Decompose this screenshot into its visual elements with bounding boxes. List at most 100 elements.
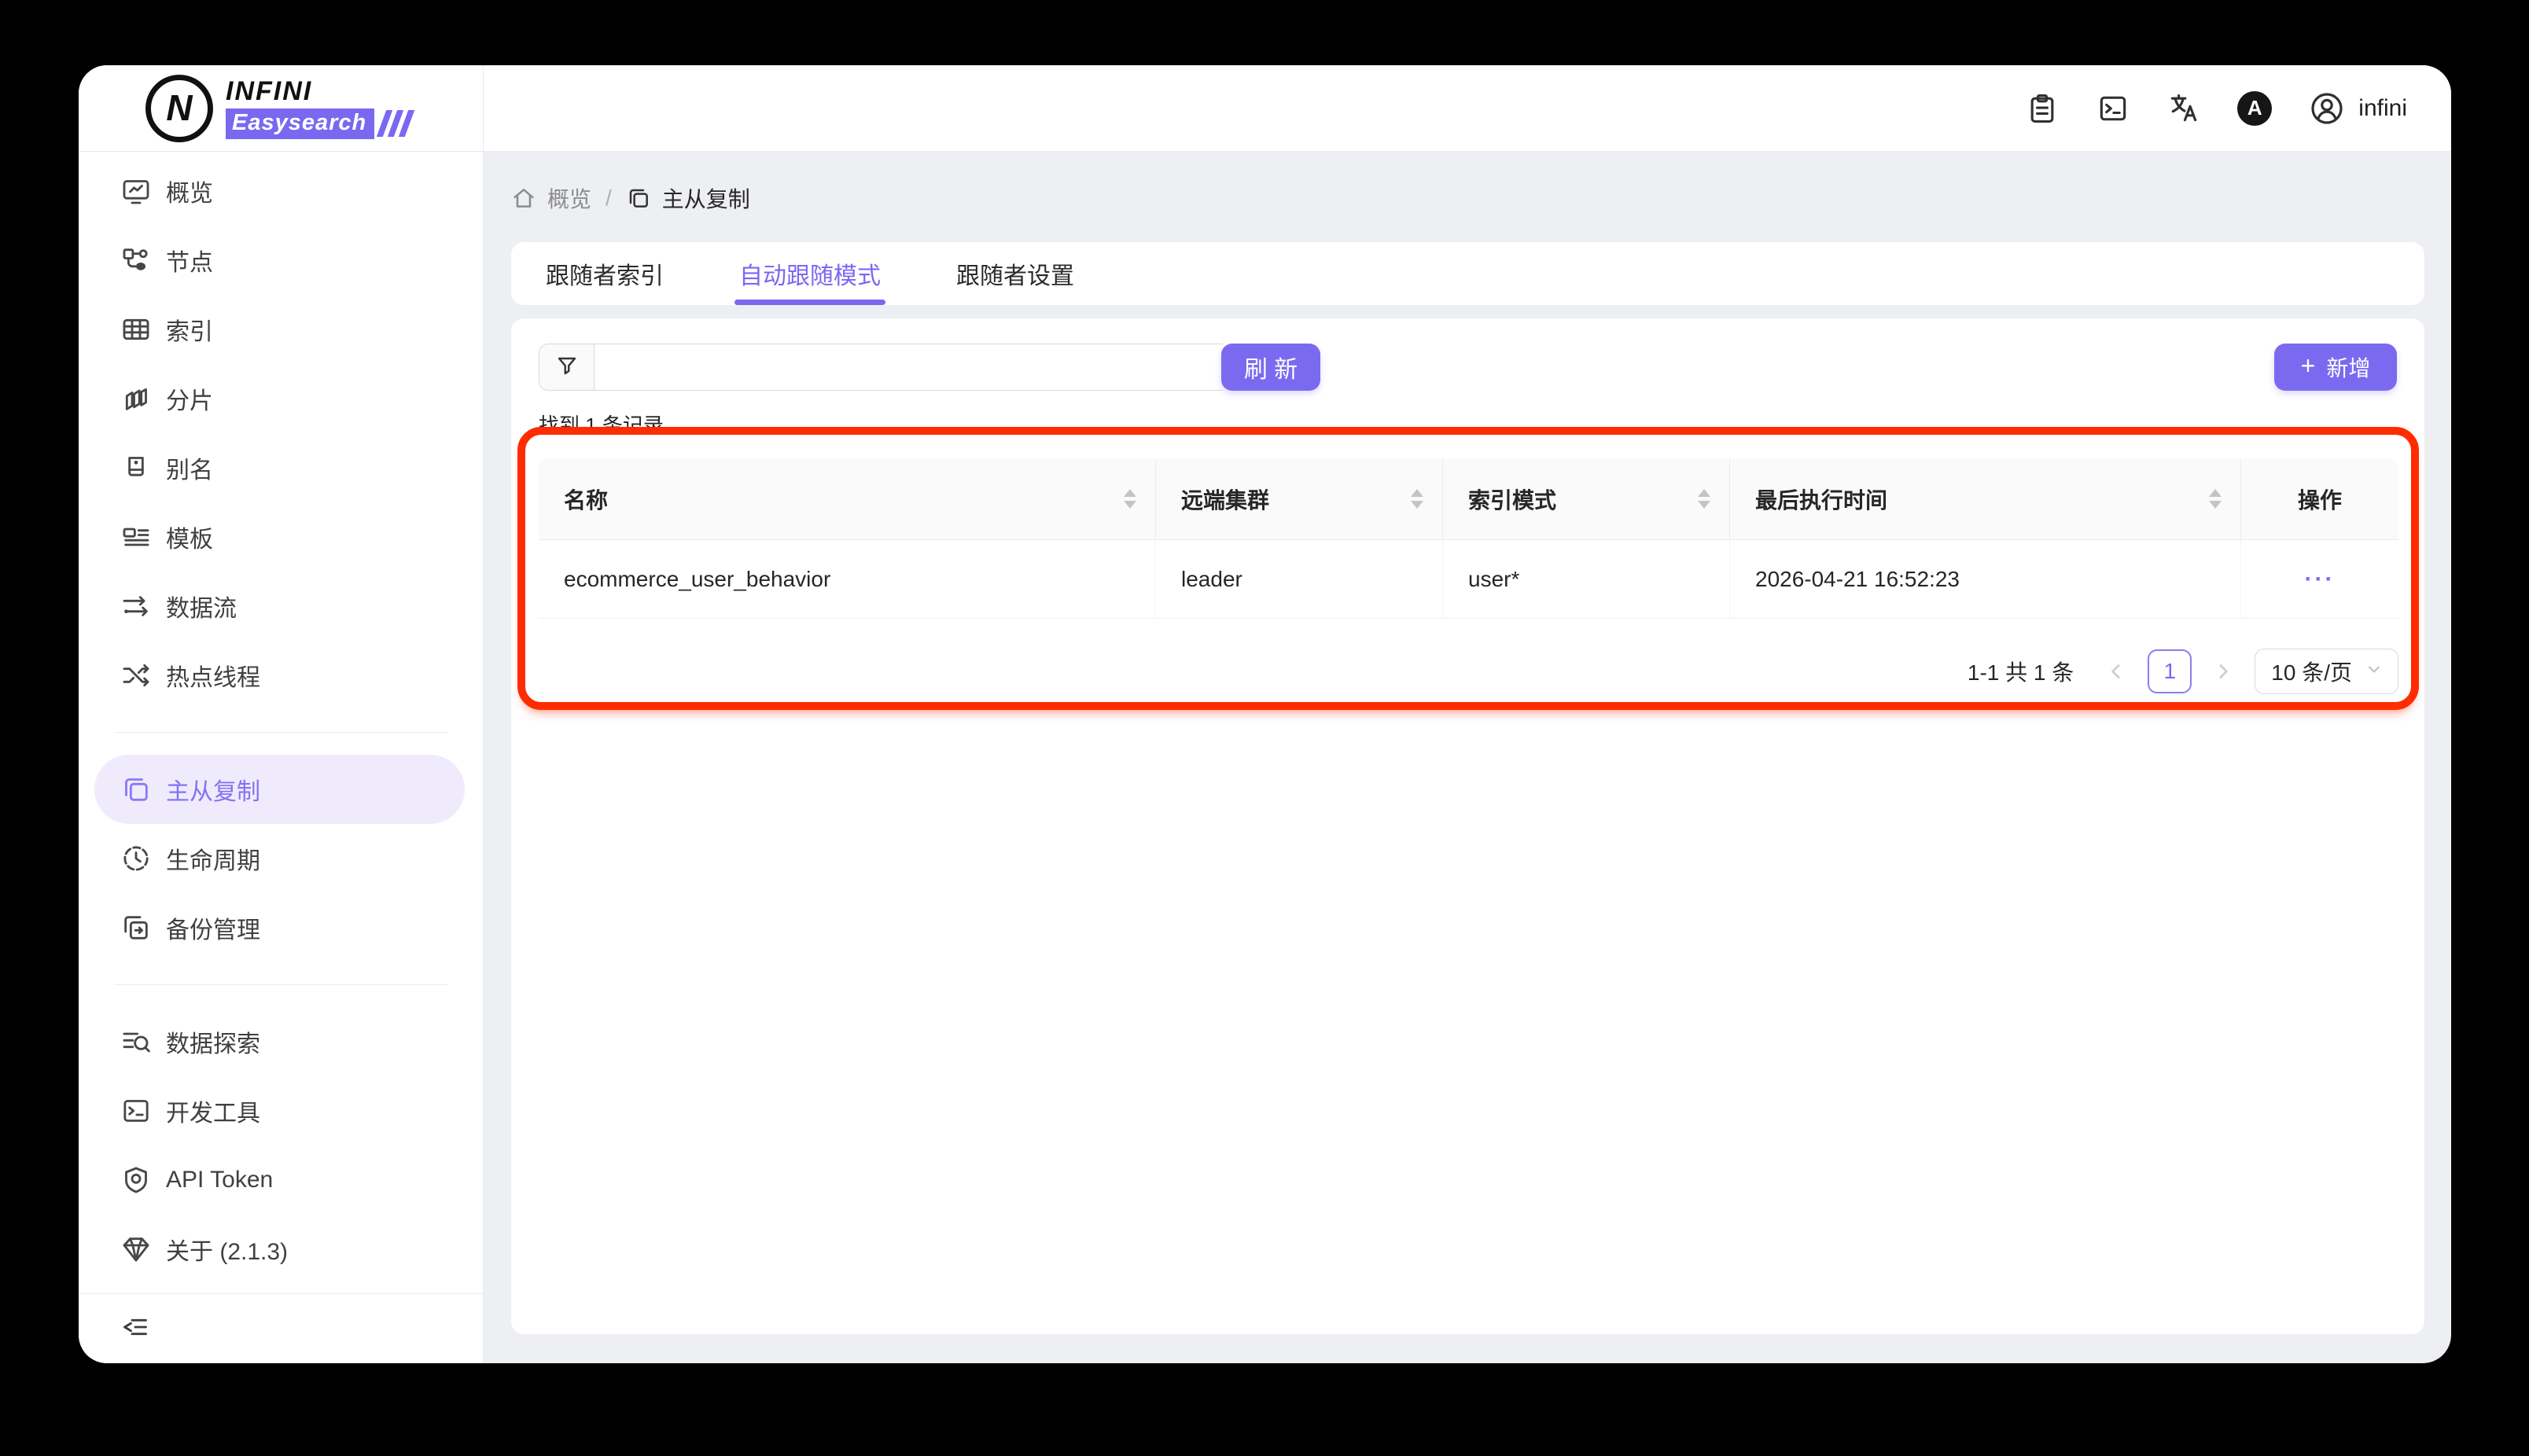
replication-icon xyxy=(120,774,152,805)
column-label: 名称 xyxy=(564,487,609,513)
alias-icon xyxy=(120,452,152,483)
backup-icon xyxy=(120,912,152,943)
breadcrumb: 概览 / 主从复制 xyxy=(511,181,2424,215)
replication-icon xyxy=(626,186,651,211)
sidebar-item-about[interactable]: 关于 (2.1.3) xyxy=(94,1215,465,1284)
sidebar-item-label: 模板 xyxy=(166,527,213,553)
sidebar-item-label: 主从复制 xyxy=(166,779,260,805)
sidebar-item-discover[interactable]: 数据探索 xyxy=(94,1007,465,1076)
tab-follower-index[interactable]: 跟随者索引 xyxy=(546,242,664,305)
sidebar-item-replication[interactable]: 主从复制 xyxy=(94,755,465,824)
column-header-name[interactable]: 名称 xyxy=(539,458,1156,539)
sidebar-item-label: 节点 xyxy=(166,250,213,276)
filter-input[interactable] xyxy=(594,344,1223,391)
breadcrumb-current-label: 主从复制 xyxy=(661,187,750,211)
theme-toggle-icon[interactable]: A xyxy=(2237,90,2273,126)
sidebar-item-lifecycle[interactable]: 生命周期 xyxy=(94,824,465,893)
brand-slashes-icon xyxy=(377,110,415,137)
column-header-remote-cluster[interactable]: 远端集群 xyxy=(1156,458,1443,539)
sidebar-item-label: 分片 xyxy=(166,388,213,414)
apitoken-icon xyxy=(120,1164,152,1196)
sidebar-item-hotthreads[interactable]: 热点线程 xyxy=(94,641,465,710)
column-label: 远端集群 xyxy=(1181,487,1270,513)
menu-fold-icon xyxy=(120,1312,150,1346)
tab-label: 自动跟随模式 xyxy=(739,263,881,289)
sidebar-item-nodes[interactable]: 节点 xyxy=(94,226,465,295)
terminal-icon[interactable] xyxy=(2096,91,2130,126)
filter-group: 刷 新 xyxy=(539,344,1320,391)
tab-bar: 跟随者索引 自动跟随模式 跟随者设置 xyxy=(511,242,2424,305)
add-button[interactable]: + 新增 xyxy=(2274,344,2397,391)
row-actions-menu[interactable]: ··· xyxy=(2305,566,2336,593)
sidebar-divider xyxy=(114,732,447,733)
overview-icon xyxy=(120,175,152,207)
refresh-button[interactable]: 刷 新 xyxy=(1221,344,1320,391)
brand-line2: Easysearch xyxy=(226,108,375,139)
app-window: N INFINI Easysearch A infini 概览 节点 索引 分片… xyxy=(79,65,2451,1363)
sidebar-item-label: API Token xyxy=(166,1167,274,1193)
sidebar-item-backup[interactable]: 备份管理 xyxy=(94,893,465,962)
sidebar-item-label: 数据探索 xyxy=(166,1031,260,1057)
indices-icon xyxy=(120,314,152,345)
table-header-row: 名称 远端集群 索引模式 最后执行时间 操作 xyxy=(539,458,2398,540)
sidebar-item-shards[interactable]: 分片 xyxy=(94,364,465,433)
chevron-left-icon[interactable] xyxy=(2100,656,2132,687)
funnel-icon xyxy=(554,354,580,381)
page-number-button[interactable]: 1 xyxy=(2148,649,2192,693)
page-size-select[interactable]: 10 条/页 xyxy=(2255,649,2398,694)
tab-label: 跟随者索引 xyxy=(546,263,664,289)
sidebar-item-template[interactable]: 模板 xyxy=(94,502,465,572)
tab-follower-settings[interactable]: 跟随者设置 xyxy=(956,242,1074,305)
table-row: ecommerce_user_behavior leader user* 202… xyxy=(539,540,2398,619)
lifecycle-icon xyxy=(120,843,152,874)
sidebar-collapse-button[interactable] xyxy=(79,1294,483,1363)
sidebar-item-overview[interactable]: 概览 xyxy=(94,156,465,226)
breadcrumb-home-label[interactable]: 概览 xyxy=(547,182,591,214)
tab-auto-follow[interactable]: 自动跟随模式 xyxy=(734,242,885,305)
column-label: 索引模式 xyxy=(1468,487,1557,513)
sort-icon xyxy=(1698,489,1710,509)
result-summary: 找到 1 条记录 xyxy=(539,414,664,437)
user-menu[interactable]: infini xyxy=(2308,90,2407,127)
pagination-range-label: 1-1 共 1 条 xyxy=(1967,660,2074,685)
sidebar-item-label: 开发工具 xyxy=(166,1101,260,1127)
brand-logo: N INFINI Easysearch xyxy=(79,65,484,151)
page-size-label: 10 条/页 xyxy=(2271,660,2352,685)
auto-follow-table: 名称 远端集群 索引模式 最后执行时间 操作 ecommerce_user_be… xyxy=(539,458,2398,619)
sidebar-divider xyxy=(114,984,447,985)
tab-label: 跟随者设置 xyxy=(956,263,1074,289)
column-header-index-pattern[interactable]: 索引模式 xyxy=(1443,458,1730,539)
pagination: 1-1 共 1 条 1 10 条/页 xyxy=(539,649,2398,694)
home-icon[interactable] xyxy=(511,186,536,211)
translate-icon[interactable] xyxy=(2166,91,2201,126)
sidebar-item-alias[interactable]: 别名 xyxy=(94,433,465,502)
sidebar-item-apitoken[interactable]: API Token xyxy=(94,1145,465,1215)
sidebar-item-label: 概览 xyxy=(166,181,213,207)
datastream-icon xyxy=(120,590,152,622)
sort-icon xyxy=(1124,489,1136,509)
plus-icon: + xyxy=(2300,351,2316,380)
sidebar-item-label: 热点线程 xyxy=(166,665,260,691)
template-icon xyxy=(120,521,152,553)
sidebar-item-label: 备份管理 xyxy=(166,917,260,943)
sidebar-item-indices[interactable]: 索引 xyxy=(94,295,465,364)
cell-actions: ··· xyxy=(2241,540,2398,618)
filter-button[interactable] xyxy=(539,344,594,391)
chevron-down-icon xyxy=(2365,659,2384,684)
clipboard-icon[interactable] xyxy=(2025,91,2060,126)
sidebar-nav: 概览 节点 索引 分片 别名 模板 数据流 热点线程 主从复制 生命周期 备份管… xyxy=(79,152,484,1363)
cell-name: ecommerce_user_behavior xyxy=(539,540,1156,618)
hotthreads-icon xyxy=(120,660,152,691)
discover-icon xyxy=(120,1026,152,1057)
content-card: 刷 新 + 新增 找到 1 条记录 名称 远端集群 索引模式 最后执行时间 操作… xyxy=(511,318,2424,1334)
cell-index-pattern: user* xyxy=(1443,540,1730,618)
sidebar-item-datastream[interactable]: 数据流 xyxy=(94,572,465,641)
sidebar-item-devtools[interactable]: 开发工具 xyxy=(94,1076,465,1145)
column-header-actions: 操作 xyxy=(2241,458,2398,539)
chevron-right-icon[interactable] xyxy=(2207,656,2239,687)
sidebar-item-label: 生命周期 xyxy=(166,848,260,874)
topbar-actions: A infini xyxy=(484,65,2451,151)
column-header-last-execution[interactable]: 最后执行时间 xyxy=(1730,458,2241,539)
logo-n-glyph: N xyxy=(166,86,193,128)
avatar-icon xyxy=(2308,90,2346,127)
